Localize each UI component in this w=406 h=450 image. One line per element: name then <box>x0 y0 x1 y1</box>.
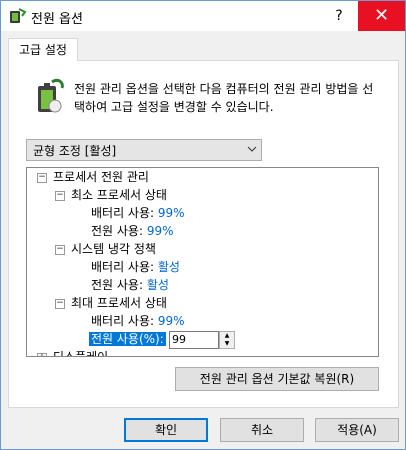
tree-label: 디스플레이 <box>53 350 109 357</box>
intro-text: 전원 관리 옵션을 선택한 다음 컴퓨터의 전원 관리 방법을 선택하여 고급 … <box>74 82 374 114</box>
chevron-down-icon <box>243 140 261 160</box>
setting-value[interactable]: 99% <box>147 224 174 238</box>
setting-label: 전원 사용: <box>91 224 144 238</box>
spin-down-icon[interactable]: ▼ <box>220 340 234 348</box>
tree-label: 최대 프로세서 상태 <box>71 296 167 310</box>
setting-value[interactable]: 활성 <box>147 278 169 292</box>
collapse-icon[interactable]: − <box>37 173 47 183</box>
selected-setting-label: 전원 사용(%): <box>89 332 166 346</box>
tree-label: 프로세서 전원 관리 <box>53 170 149 184</box>
setting-value[interactable]: 99% <box>158 206 185 220</box>
setting-value[interactable]: 99% <box>158 314 185 328</box>
tree-row-max-battery[interactable]: 배터리 사용: 99% <box>91 312 185 330</box>
help-button[interactable]: ? <box>321 1 357 31</box>
setting-value[interactable]: 활성 <box>158 260 180 274</box>
setting-label: 배터리 사용: <box>91 206 155 220</box>
tree-row-max-plugged[interactable]: 전원 사용(%): 99 ▲ ▼ <box>89 330 259 349</box>
tree-row-cooling-battery[interactable]: 배터리 사용: 활성 <box>91 258 180 276</box>
tree-label: 시스템 냉각 정책 <box>71 242 156 256</box>
window-title: 전원 옵션 <box>31 12 83 27</box>
expand-icon[interactable]: + <box>37 353 47 356</box>
collapse-icon[interactable]: − <box>55 191 65 201</box>
percent-spinner[interactable]: ▲ ▼ <box>219 331 235 349</box>
percent-input[interactable]: 99 <box>169 331 219 349</box>
spin-up-icon[interactable]: ▲ <box>220 332 234 340</box>
apply-button[interactable]: 적용(A) <box>315 418 399 442</box>
cancel-button[interactable]: 취소 <box>220 418 304 442</box>
collapse-icon[interactable]: − <box>55 299 65 309</box>
collapse-icon[interactable]: − <box>55 245 65 255</box>
title-bar: 전원 옵션 ? ✕ <box>1 1 405 31</box>
power-plan-select[interactable]: 균형 조정 [활성] <box>26 139 262 161</box>
restore-defaults-button[interactable]: 전원 관리 옵션 기본값 복원(R) <box>175 367 379 391</box>
battery-plug-icon <box>28 76 68 116</box>
setting-label: 배터리 사용: <box>91 260 155 274</box>
setting-label: 전원 사용: <box>91 278 144 292</box>
ok-button[interactable]: 확인 <box>124 418 208 442</box>
power-plan-select-value: 균형 조정 [활성] <box>33 144 117 158</box>
tree-row-cooling-plugged[interactable]: 전원 사용: 활성 <box>91 276 169 294</box>
power-options-icon <box>9 8 27 24</box>
tree-label: 최소 프로세서 상태 <box>71 188 167 202</box>
tab-advanced-settings[interactable]: 고급 설정 <box>8 38 78 61</box>
close-button[interactable]: ✕ <box>358 1 405 31</box>
settings-tree[interactable]: − 프로세서 전원 관리 − 최소 프로세서 상태 배터리 사용: 99% 전원… <box>26 167 379 357</box>
tree-row-min-plugged[interactable]: 전원 사용: 99% <box>91 222 174 240</box>
setting-label: 배터리 사용: <box>91 314 155 328</box>
tree-row-min-battery[interactable]: 배터리 사용: 99% <box>91 204 185 222</box>
